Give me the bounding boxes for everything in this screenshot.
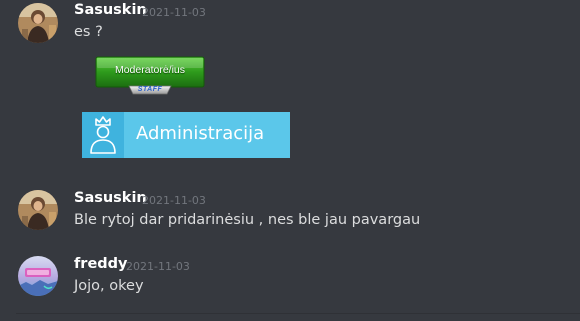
message-timestamp: 2021-11-03 xyxy=(142,6,206,19)
message-author[interactable]: Sasuskin xyxy=(74,2,147,18)
message-timestamp: 2021-11-03 xyxy=(126,260,190,273)
message-list-divider xyxy=(16,313,580,314)
message-author[interactable]: freddy xyxy=(74,256,128,272)
message-author[interactable]: Sasuskin xyxy=(74,190,147,206)
message-text: Jojo, okey xyxy=(74,278,144,294)
chat-message: Sasuskin 2021-11-03 es ? Moderatorė/ius … xyxy=(0,0,580,170)
crowned-user-icon xyxy=(90,116,116,154)
chat-message: Sasuskin 2021-11-03 Ble rytoj dar pridar… xyxy=(0,190,580,250)
chat-message-list[interactable]: Sasuskin 2021-11-03 es ? Moderatorė/ius … xyxy=(0,0,580,321)
user-avatar-neon-icon[interactable] xyxy=(18,256,58,296)
moderator-badge-label: Moderatorė/ius xyxy=(114,64,186,76)
moderator-badge-sublabel: STAFF xyxy=(137,86,163,93)
chat-message: freddy 2021-11-03 Jojo, okey xyxy=(0,255,580,315)
administracija-banner-image[interactable]: Administracija xyxy=(82,112,290,158)
user-avatar-photo-icon[interactable] xyxy=(18,3,58,43)
admin-banner-label: Administracija xyxy=(136,123,265,144)
moderator-badge-image[interactable]: Moderatorė/ius STAFF xyxy=(95,56,205,96)
message-text: Ble rytoj dar pridarinėsiu , nes ble jau… xyxy=(74,212,421,228)
message-text: es ? xyxy=(74,24,103,40)
message-timestamp: 2021-11-03 xyxy=(142,194,206,207)
admin-icon-box xyxy=(82,112,124,158)
user-avatar-photo-icon[interactable] xyxy=(18,190,58,230)
